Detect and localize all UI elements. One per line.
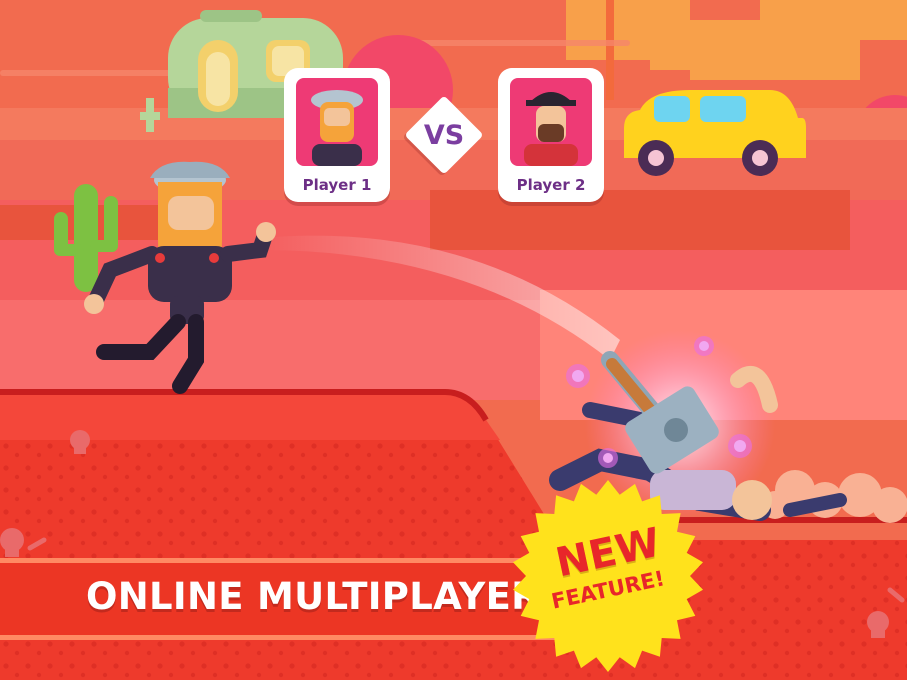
versus-badge: VS	[404, 95, 484, 175]
player2-avatar	[510, 78, 592, 166]
player1-avatar	[296, 78, 378, 166]
banner-text: ONLINE MULTIPLAYER!	[86, 575, 558, 618]
player1-card: Player 1	[284, 68, 390, 202]
player2-card: Player 2	[498, 68, 604, 202]
versus-label: VS	[423, 120, 465, 151]
player1-name: Player 1	[302, 176, 372, 194]
player2-name: Player 2	[516, 176, 586, 194]
new-feature-badge: NEW FEATURE!	[510, 478, 706, 674]
online-multiplayer-banner: ONLINE MULTIPLAYER!	[0, 558, 560, 640]
game-scene: Player 1 VS Player 2 ONLINE MULTIPLAYER!…	[0, 0, 907, 680]
